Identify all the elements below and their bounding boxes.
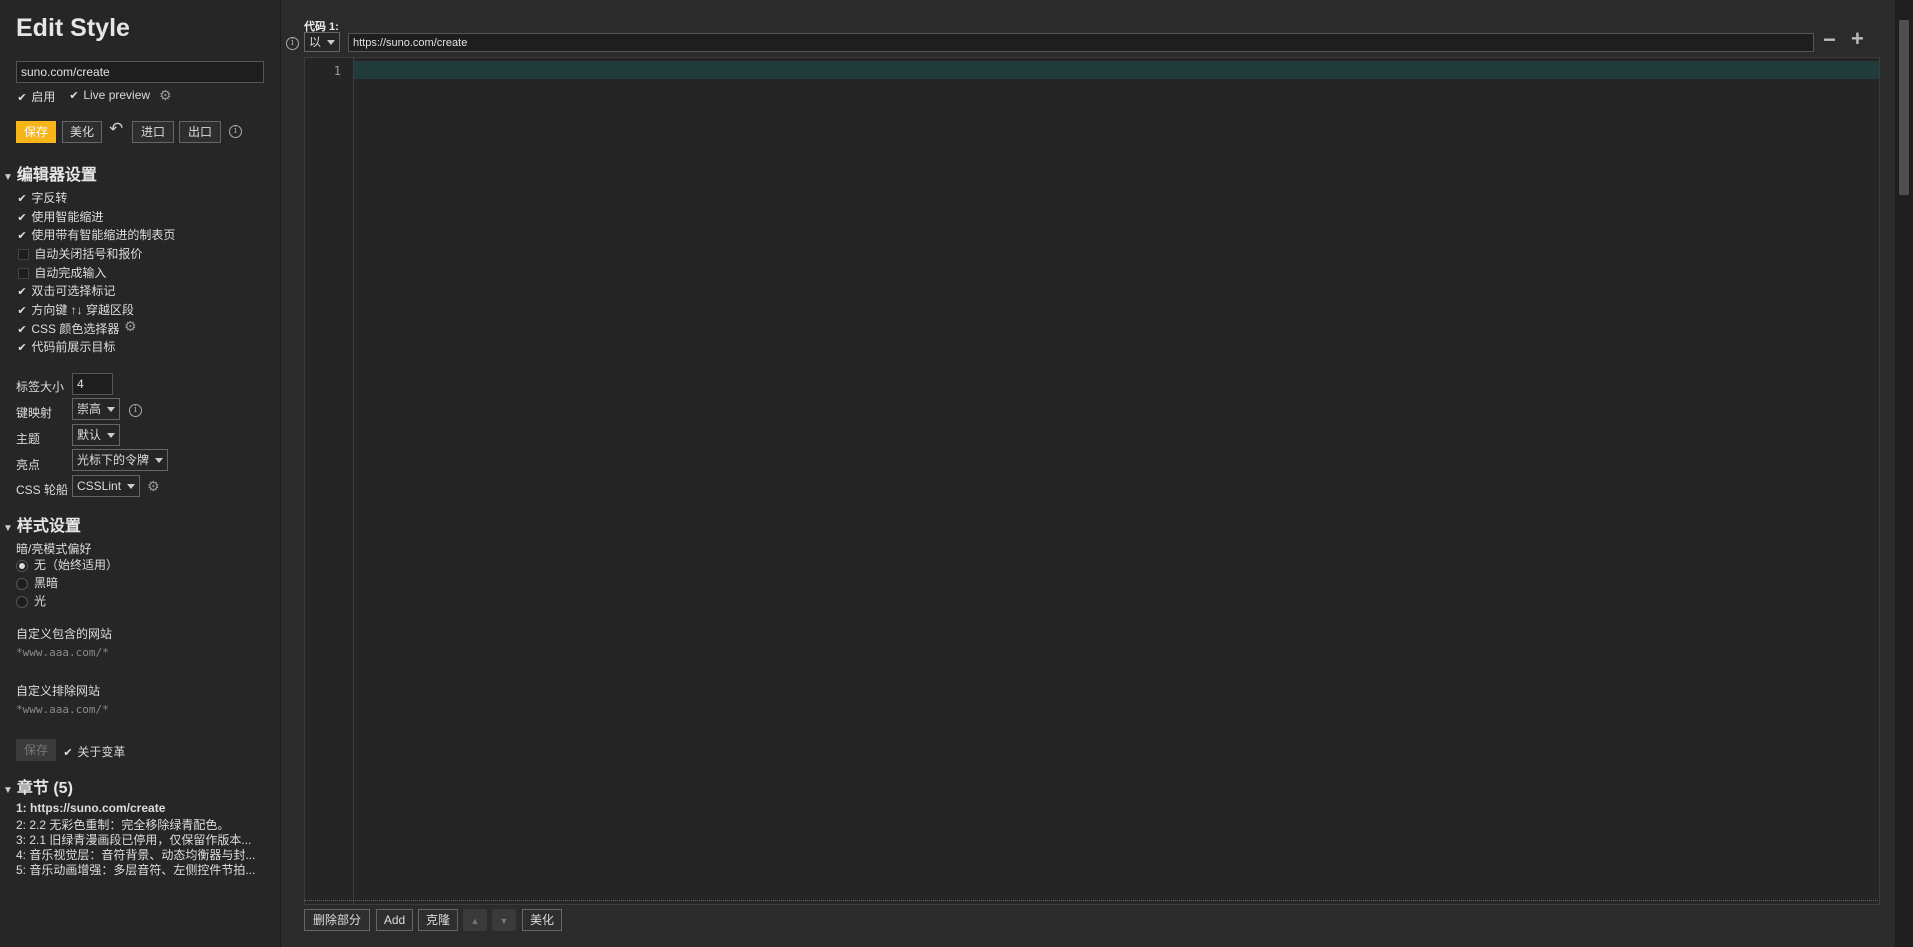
beautify-button[interactable]: 美化: [62, 121, 102, 143]
theme-label: 主题: [16, 432, 41, 446]
style-settings-heading[interactable]: ▼ 样式设置: [3, 512, 81, 536]
scheme-option[interactable]: 无（始终适用）: [16, 556, 118, 573]
chevron-down-icon: [107, 407, 116, 413]
undo-icon[interactable]: ↶: [109, 119, 123, 139]
option-row[interactable]: ✔ 方向键 ↑↓ 穿越区段: [16, 301, 134, 318]
collapse-triangle-icon: ▼: [3, 523, 13, 534]
gear-icon[interactable]: ⚙: [124, 318, 137, 335]
info-icon[interactable]: i: [129, 404, 142, 417]
add-section-button[interactable]: Add: [376, 909, 413, 931]
exclude-sites-label: 自定义排除网站: [16, 684, 101, 698]
option-row[interactable]: ✔ 字反转: [16, 189, 67, 206]
lint-select[interactable]: CSSLint: [72, 475, 141, 497]
chevron-down-icon: [155, 458, 164, 464]
clone-section-button[interactable]: 克隆: [418, 909, 458, 931]
checkmark-icon: ✔: [17, 230, 27, 242]
empty-checkbox: [18, 249, 29, 261]
scheme-option[interactable]: 黑暗: [16, 574, 58, 591]
option-row[interactable]: ✔ 代码前展示目标: [16, 338, 115, 355]
checkmark-icon: ✔: [69, 90, 79, 102]
option-row[interactable]: 自动完成输入: [16, 264, 106, 281]
chevron-down-icon: [327, 40, 336, 46]
checkmark-icon: ✔: [17, 305, 27, 317]
page-title: Edit Style: [16, 14, 130, 42]
radio-unselected: [16, 577, 28, 590]
active-line-highlight: [354, 61, 1879, 79]
minus-icon[interactable]: −: [1823, 27, 1836, 53]
highlight-select[interactable]: 光标下的令牌: [72, 449, 169, 471]
keymap-select[interactable]: 崇高: [72, 398, 121, 420]
import-button[interactable]: 进口: [132, 121, 174, 143]
option-row[interactable]: ✔ 使用带有智能缩进的制表页: [16, 226, 175, 243]
color-scheme-label: 暗/亮模式偏好: [16, 542, 92, 556]
checkmark-icon: ✔: [63, 747, 73, 759]
lint-label: CSS 轮船: [16, 483, 69, 497]
section-list-item[interactable]: 5: 音乐动画增强：多层音符、左侧控件节拍...: [16, 861, 261, 878]
gear-icon[interactable]: ⚙: [159, 87, 172, 104]
option-row[interactable]: ✔ 双击可选择标记: [16, 282, 115, 299]
option-row[interactable]: ✔ CSS 颜色选择器: [16, 320, 119, 337]
highlight-label: 亮点: [16, 458, 41, 472]
editor-resize-handle[interactable]: [304, 900, 1878, 905]
radio-selected: [16, 559, 28, 572]
checkmark-icon: ✔: [17, 324, 27, 336]
empty-checkbox: [18, 268, 29, 280]
enable-label: 启用: [31, 90, 56, 104]
plus-icon[interactable]: +: [1851, 26, 1864, 52]
tab-size-input[interactable]: [72, 373, 113, 395]
info-icon[interactable]: i: [286, 37, 299, 50]
option-row[interactable]: ✔ 使用智能缩进: [16, 208, 103, 225]
applies-to-url-input[interactable]: [348, 33, 1814, 52]
page-scrollbar[interactable]: [1895, 0, 1913, 947]
collapse-triangle-icon: ▼: [3, 172, 13, 183]
live-preview-label: Live preview: [83, 88, 151, 102]
remove-section-button[interactable]: 删除部分: [304, 909, 370, 931]
scheme-option[interactable]: 光: [16, 592, 46, 609]
tab-size-label: 标签大小: [16, 380, 65, 394]
style-name-input[interactable]: [16, 61, 264, 83]
checkmark-icon: ✔: [17, 193, 27, 205]
chevron-down-icon: [107, 433, 116, 439]
code-editor[interactable]: 1: [304, 57, 1880, 905]
checkmark-icon: ✔: [17, 286, 27, 298]
scrollbar-thumb[interactable]: [1899, 20, 1909, 195]
keymap-label: 键映射: [16, 406, 53, 420]
checkmark-icon: ✔: [17, 92, 27, 104]
theme-select[interactable]: 默认: [72, 424, 121, 446]
live-preview-toggle[interactable]: ✔ Live preview: [68, 88, 150, 102]
save-button[interactable]: 保存: [16, 121, 56, 143]
info-icon[interactable]: i: [229, 125, 242, 138]
radio-unselected: [16, 595, 28, 608]
enable-toggle[interactable]: ✔ 启用: [16, 88, 55, 105]
include-sites-input[interactable]: *www.aaa.com/*: [16, 646, 109, 659]
sections-heading[interactable]: ▼ 章节 (5): [3, 774, 73, 798]
option-row[interactable]: 自动关闭括号和报价: [16, 245, 142, 262]
move-up-button[interactable]: ▲: [463, 909, 487, 931]
sidebar: Edit Style ✔ 启用 ✔ Live preview ⚙ 保存 美化 ↶…: [0, 0, 281, 947]
checkmark-icon: ✔: [17, 212, 27, 224]
applies-to-type-select[interactable]: 以: [304, 32, 341, 52]
line-gutter: 1: [305, 58, 354, 904]
line-number: 1: [333, 64, 341, 78]
chevron-down-icon: [127, 484, 136, 490]
beautify-section-button[interactable]: 美化: [522, 909, 562, 931]
about-changes-toggle[interactable]: ✔ 关于变革: [62, 743, 125, 760]
style-settings-save-button[interactable]: 保存: [16, 739, 56, 761]
editor-settings-heading[interactable]: ▼ 编辑器设置: [3, 161, 97, 185]
arrow-down-icon: ▼: [499, 916, 509, 926]
collapse-triangle-icon: ▼: [3, 785, 13, 796]
arrow-up-icon: ▲: [470, 916, 480, 926]
include-sites-label: 自定义包含的网站: [16, 627, 113, 641]
checkmark-icon: ✔: [17, 342, 27, 354]
export-button[interactable]: 出口: [179, 121, 221, 143]
move-down-button[interactable]: ▼: [492, 909, 516, 931]
gear-icon[interactable]: ⚙: [147, 478, 160, 495]
exclude-sites-input[interactable]: *www.aaa.com/*: [16, 703, 109, 716]
section-list-item[interactable]: 1: https://suno.com/create: [16, 801, 261, 815]
